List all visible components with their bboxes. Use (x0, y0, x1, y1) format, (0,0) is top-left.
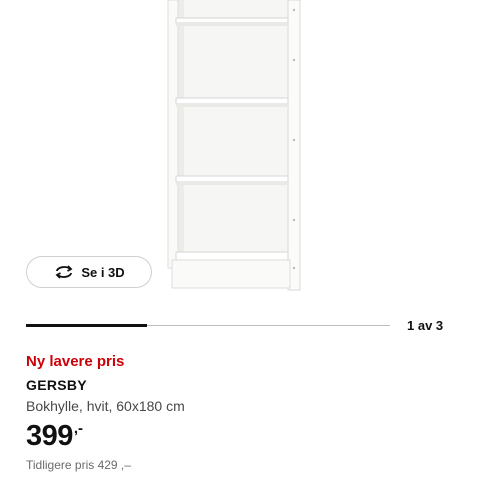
price-amount: 399 (26, 420, 73, 452)
bookshelf-image (167, 0, 301, 291)
price-suffix: ,- (73, 420, 84, 437)
price: 399 ,- (26, 417, 83, 455)
view-in-3d-label: Se i 3D (81, 264, 125, 280)
rotate-3d-icon (53, 264, 75, 280)
carousel-counter: 1 av 3 (407, 318, 444, 333)
previous-price: Tidligere pris 429 ,– (26, 458, 131, 472)
promo-label: Ny lavere pris (26, 353, 125, 370)
product-image[interactable] (0, 0, 480, 300)
carousel-progress-track[interactable] (26, 324, 390, 327)
carousel-progress-fill (26, 324, 148, 327)
product-name[interactable]: GERSBY (26, 377, 87, 393)
view-in-3d-button[interactable]: Se i 3D (26, 256, 152, 288)
product-description: Bokhylle, hvit, 60x180 cm (26, 398, 185, 414)
